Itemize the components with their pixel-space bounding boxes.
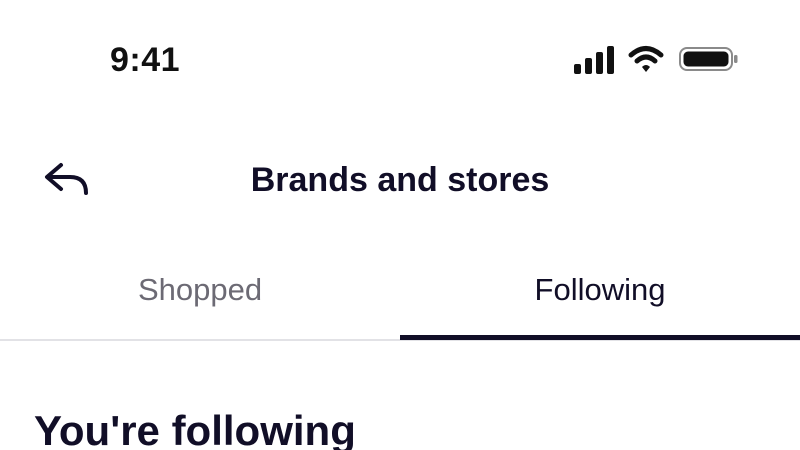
back-button[interactable] [38, 156, 94, 202]
signal-icon [572, 44, 616, 74]
status-bar: 9:41 [0, 0, 800, 120]
tab-shopped-label: Shopped [137, 272, 263, 307]
section-heading: You're following [34, 407, 356, 450]
status-icons [572, 44, 742, 78]
header: Brands and stores [0, 140, 800, 220]
tab-bar: Shopped Following [0, 252, 800, 342]
status-time: 9:41 [110, 41, 181, 79]
back-arrow-icon [40, 159, 92, 199]
page-title: Brands and stores [250, 161, 550, 199]
screen: 9:41 Brands and stores Shopped Following… [0, 0, 800, 450]
tab-shopped[interactable]: Shopped [0, 252, 400, 338]
wifi-icon [628, 44, 664, 74]
tab-following-label: Following [534, 272, 666, 307]
active-tab-indicator [400, 335, 800, 340]
tab-following[interactable]: Following [400, 252, 800, 338]
battery-icon [678, 44, 740, 74]
